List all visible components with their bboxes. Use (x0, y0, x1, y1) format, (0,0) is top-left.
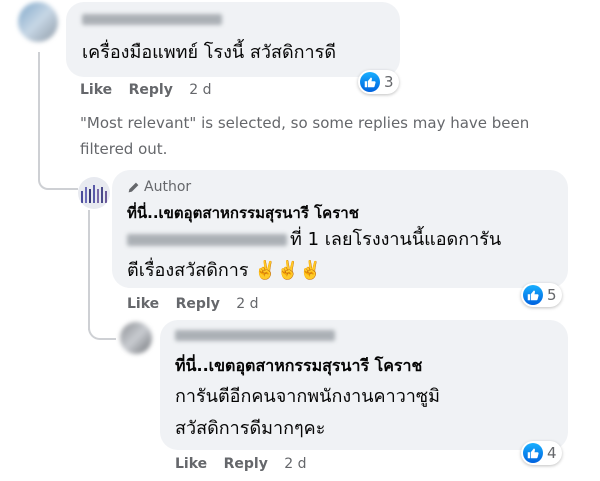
reaction-count[interactable]: 5 (521, 283, 562, 307)
author-badge: Author (127, 179, 191, 195)
like-button[interactable]: Like (127, 296, 159, 312)
reply-bubble: ที่นี่..เขตอุตสาหกรรมสุรนารี โคราช การัน… (160, 320, 568, 450)
like-button[interactable]: Like (175, 456, 207, 472)
author-name[interactable]: ที่นี่..เขตอุตสาหกรรมสุรนารี โคราช (127, 201, 359, 225)
thread-branch-2 (88, 310, 116, 340)
like-button[interactable]: Like (80, 82, 112, 98)
comment-actions: Like Reply 2 d (80, 82, 212, 98)
reply-button[interactable]: Reply (176, 296, 220, 312)
reply-text-line2: สวัสดิการดีมากๆคะ (175, 418, 326, 439)
pencil-icon (128, 182, 139, 192)
comment-text: เครื่องมือแพทย์ โรงนี้ สวัสดิการดี (82, 42, 337, 63)
reply-text-line2: ตีเรื่องสวัสดิการ ✌️✌️✌️ (127, 260, 322, 281)
like-icon (523, 285, 543, 305)
reaction-count[interactable]: 4 (521, 441, 562, 465)
reply-bubble: Author ที่นี่..เขตอุตสาหกรรมสุรนารี โครา… (112, 170, 568, 288)
timestamp[interactable]: 2 d (284, 456, 306, 472)
avatar[interactable] (18, 2, 58, 42)
author-name-blurred (175, 330, 335, 341)
reply-text-line1: ที่ 1 เลยโรงงานนี้แอดการัน (290, 229, 502, 250)
avatar[interactable] (120, 322, 152, 354)
reaction-count[interactable]: 3 (358, 70, 399, 94)
author-name-blurred (82, 14, 222, 25)
reply-actions: Like Reply 2 d (127, 296, 259, 312)
timestamp[interactable]: 2 d (189, 82, 211, 98)
reaction-number: 3 (384, 73, 394, 91)
mention-blurred (127, 234, 287, 246)
avatar-image (78, 177, 110, 209)
avatar[interactable] (78, 177, 110, 209)
reaction-number: 4 (547, 444, 557, 462)
timestamp[interactable]: 2 d (236, 296, 258, 312)
reply-text-line1: การันตีอีกคนจากพนักงานคาวาซูมิ (175, 386, 440, 407)
reply-actions: Like Reply 2 d (175, 456, 307, 472)
filter-notice: "Most relevant" is selected, so some rep… (80, 114, 530, 158)
comment-bubble: เครื่องมือแพทย์ โรงนี้ สวัสดิการดี (66, 2, 400, 77)
reaction-number: 5 (547, 286, 557, 304)
like-icon (360, 72, 380, 92)
thread-branch (38, 170, 78, 190)
like-icon (523, 443, 543, 463)
author-badge-label: Author (144, 179, 192, 195)
reply-button[interactable]: Reply (224, 456, 268, 472)
thread-line (38, 52, 40, 172)
author-name[interactable]: ที่นี่..เขตอุตสาหกรรมสุรนารี โคราช (175, 354, 422, 379)
reply-button[interactable]: Reply (129, 82, 173, 98)
